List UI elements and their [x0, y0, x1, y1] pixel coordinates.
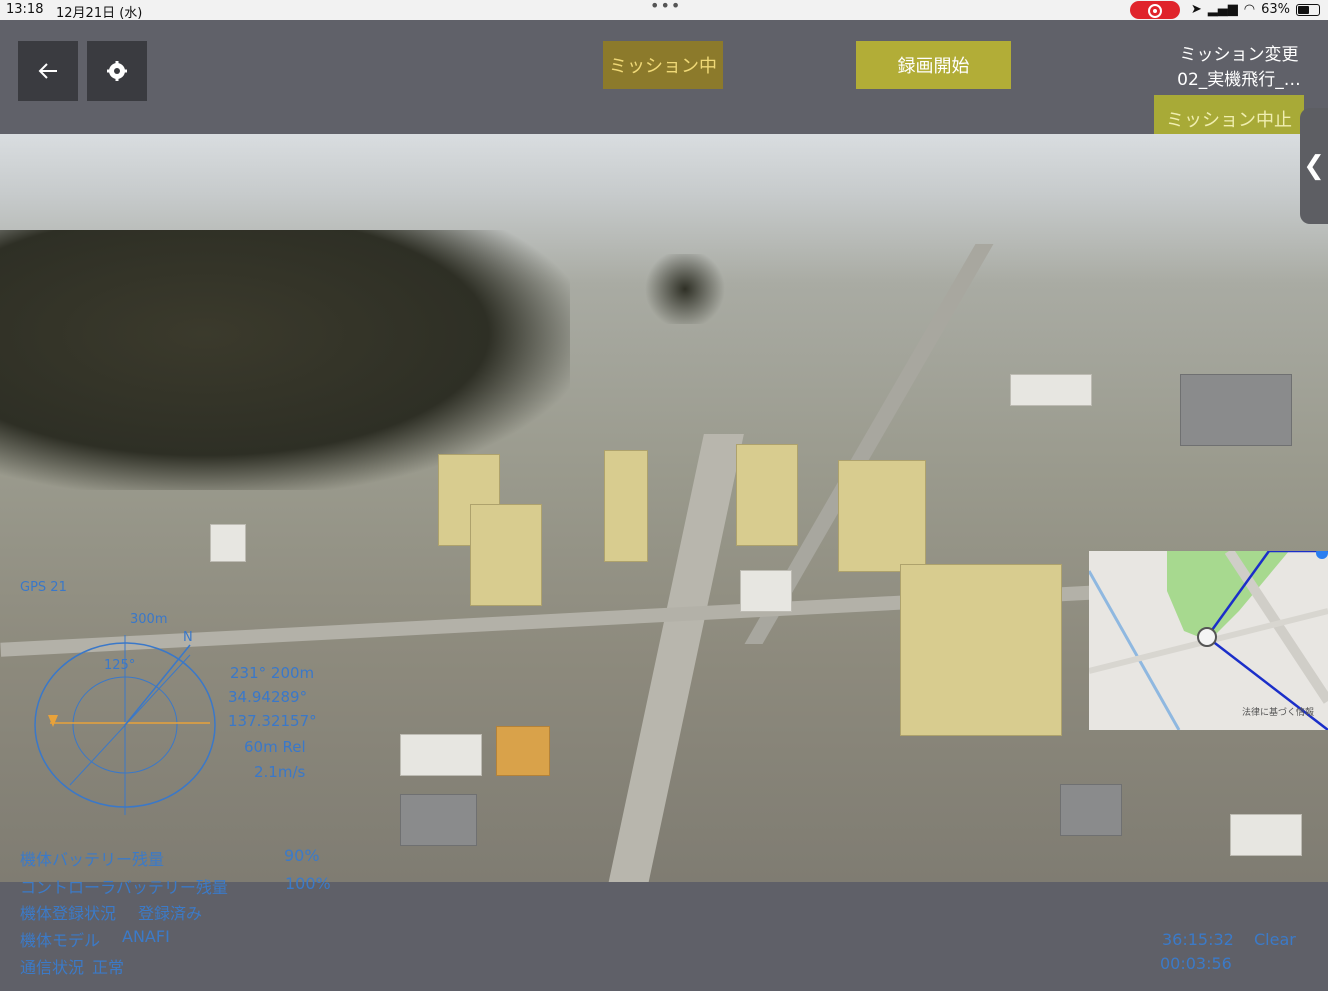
status-time: 13:18: [6, 2, 44, 17]
map-graphic: [1089, 551, 1328, 730]
altitude: 60m Rel: [244, 738, 306, 756]
latitude: 34.94289°: [228, 688, 308, 706]
location-icon: ➤: [1190, 2, 1202, 17]
map-credit: 法律に基づく情報: [1241, 708, 1314, 718]
record-start-button[interactable]: 録画開始: [856, 41, 1011, 89]
aircraft-battery-value: 90%: [284, 846, 320, 865]
compass-icon: [34, 635, 216, 815]
house: [496, 726, 550, 776]
status-right: ➤ ▂▄▆ ◠ 63%: [1191, 2, 1320, 17]
back-button[interactable]: [18, 41, 78, 101]
controller-battery-label: コントローラバッテリー残量: [20, 878, 228, 897]
registration-value: 登録済み: [138, 904, 203, 923]
apartment-building: [470, 504, 542, 606]
mission-name[interactable]: 02_実機飛行_…: [1150, 65, 1328, 90]
aircraft-battery-label: 機体バッテリー残量: [20, 850, 165, 869]
longitude: 137.32157°: [228, 712, 317, 730]
status-date: 12月21日 (水): [56, 6, 143, 21]
house: [400, 794, 477, 846]
arrow-left-icon: [38, 63, 57, 79]
model-label: 機体モデル: [20, 931, 101, 950]
signal-icon: ▂▄▆: [1207, 2, 1238, 17]
commercial-building: [1180, 374, 1292, 446]
timer: 00:03:56: [1160, 954, 1232, 973]
mission-change-label[interactable]: ミッション変更: [1150, 40, 1328, 65]
screen-recording-icon[interactable]: [1130, 1, 1180, 19]
top-toolbar: ミッション中 録画開始 ミッション変更 02_実機飛行_… ミッション中止: [0, 20, 1328, 143]
flight-time: 36:15:32: [1162, 930, 1234, 949]
bearing-range: 231° 200m: [230, 664, 315, 682]
battery-percent: 63%: [1261, 2, 1290, 17]
apartment-building: [736, 444, 798, 546]
forest-area: [0, 230, 570, 490]
weather: Clear: [1254, 930, 1296, 949]
apartment-building: [900, 564, 1062, 736]
house: [210, 524, 246, 562]
model-value: ANAFI: [122, 927, 170, 946]
apartment-building: [838, 460, 926, 572]
comm-value: 正常: [92, 958, 125, 977]
house: [740, 570, 792, 612]
battery-fill: [1298, 5, 1309, 14]
apartment-building: [604, 450, 648, 562]
settings-button[interactable]: [87, 41, 147, 101]
gps-count: GPS 21: [20, 580, 67, 595]
commercial-building: [1010, 374, 1092, 406]
house: [1230, 814, 1302, 856]
mission-status-badge: ミッション中: [603, 41, 723, 89]
bottom-info-panel: コントローラバッテリー残量 100% 機体登録状況 登録済み 機体モデル ANA…: [0, 874, 1328, 991]
drone-position-marker: [1197, 627, 1217, 647]
compass-distance: 300m: [130, 612, 168, 627]
house: [400, 734, 482, 776]
status-bar: 13:18 12月21日 (水) ••• ➤ ▂▄▆ ◠ 63%: [0, 0, 1328, 21]
speed: 2.1m/s: [254, 763, 306, 781]
side-panel-toggle[interactable]: ❮: [1300, 108, 1328, 224]
wifi-icon: ◠: [1243, 2, 1256, 17]
tree-cluster: [640, 254, 730, 324]
battery-icon: [1296, 3, 1320, 16]
registration-label: 機体登録状況: [20, 904, 117, 923]
multitasking-dots-icon[interactable]: •••: [650, 0, 681, 15]
chevron-left-icon: ❮: [1303, 151, 1325, 181]
house: [1060, 784, 1122, 836]
comm-label: 通信状況: [20, 958, 85, 977]
gear-icon: [107, 61, 127, 81]
mini-map[interactable]: 法律に基づく情報: [1089, 551, 1328, 730]
controller-battery-value: 100%: [285, 874, 331, 893]
